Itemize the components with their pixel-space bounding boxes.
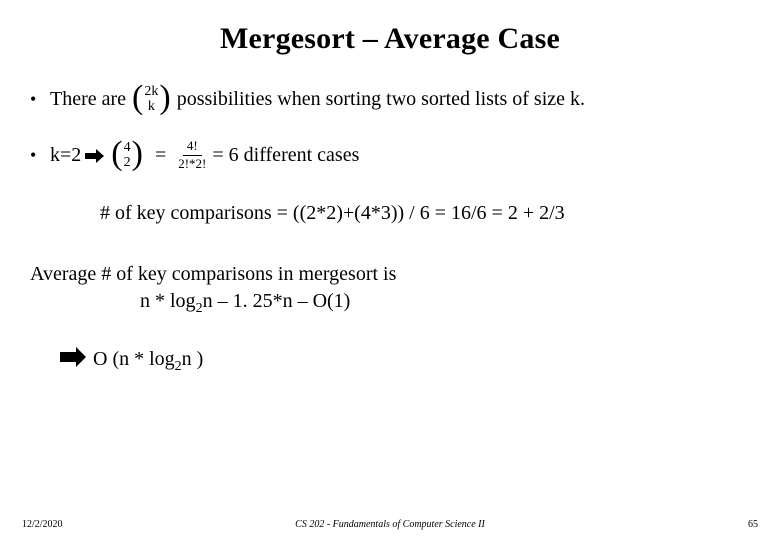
footer-course: CS 202 - Fundamentals of Computer Scienc… <box>295 519 485 530</box>
binom-stack: 4 2 <box>123 140 132 171</box>
bullet-row-1: • There are ( 2k k ) possibilities when … <box>30 82 750 116</box>
binom-bottom: 2 <box>124 155 131 170</box>
slide-title: Mergesort – Average Case <box>30 22 750 56</box>
nlogn-pre: n * log <box>140 290 196 312</box>
bullet-row-2: • k=2 ( 4 2 ) = 4! 2!*2! = 6 different c… <box>30 138 750 172</box>
fraction: 4! 2!*2! <box>178 139 206 171</box>
text-k2: k=2 <box>50 144 81 167</box>
right-paren-icon: ) <box>132 137 143 171</box>
binomial-2k-k: ( 2k k ) <box>132 82 171 116</box>
frac-denominator: 2!*2! <box>178 156 206 171</box>
left-paren-icon: ( <box>132 81 143 115</box>
left-paren-icon: ( <box>111 137 122 171</box>
right-paren-icon: ) <box>159 81 170 115</box>
binom-stack: 2k k <box>143 84 159 115</box>
text-there-are: There are <box>50 88 126 111</box>
bullet-icon: • <box>30 90 40 108</box>
binom-top: 2k <box>144 84 158 99</box>
subscript-2: 2 <box>175 359 182 374</box>
slide-footer: 12/2/2020 CS 202 - Fundamentals of Compu… <box>0 519 780 530</box>
binom-top: 4 <box>124 140 131 155</box>
key-comparisons-line: # of key comparisons = ((2*2)+(4*3)) / 6… <box>100 202 750 225</box>
nlogn-post: n – 1. 25*n – O(1) <box>203 290 351 312</box>
binom-bottom: k <box>148 99 155 114</box>
equals-1: = <box>155 144 166 167</box>
subscript-2: 2 <box>196 301 203 316</box>
footer-page-number: 65 <box>748 519 758 530</box>
binomial-4-2: ( 4 2 ) <box>111 138 143 172</box>
arrow-right-icon <box>60 346 82 368</box>
frac-numerator: 4! <box>183 139 202 155</box>
arrow-right-icon <box>85 148 101 164</box>
equals-6-cases: = 6 different cases <box>212 144 359 167</box>
slide: Mergesort – Average Case • There are ( 2… <box>0 0 780 540</box>
big-o-pre: O (n * log <box>93 348 175 370</box>
conclusion-line: O (n * log2n ) <box>60 343 750 375</box>
footer-date: 12/2/2020 <box>22 519 63 530</box>
bullet-icon: • <box>30 146 40 164</box>
avg-line-2: n * log2n – 1. 25*n – O(1) <box>140 290 750 317</box>
big-o-post: n ) <box>182 348 204 370</box>
avg-line-1: Average # of key comparisons in mergesor… <box>30 263 750 286</box>
text-possibilities: possibilities when sorting two sorted li… <box>177 88 585 111</box>
